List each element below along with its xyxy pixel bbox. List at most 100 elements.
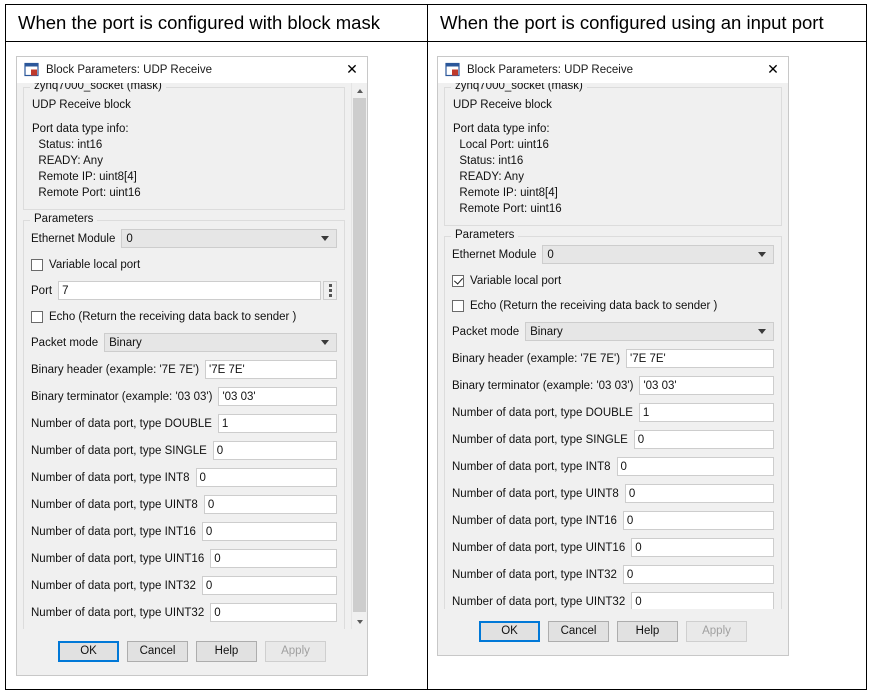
- vertical-scrollbar-left[interactable]: [351, 83, 367, 629]
- close-icon[interactable]: ✕: [337, 58, 367, 82]
- data-port-input[interactable]: 0: [195, 468, 337, 487]
- dialog-scroll-area-right: zynq7000_socket (mask) UDP Receive block…: [438, 83, 788, 609]
- data-port-label: Number of data port, type DOUBLE: [31, 417, 212, 430]
- data-port-input[interactable]: 0: [622, 565, 774, 584]
- description-line: Port data type info:: [32, 123, 129, 135]
- variable-local-port-checkbox[interactable]: [452, 274, 464, 287]
- dialog-buttons-right: OK Cancel Help Apply: [438, 609, 788, 655]
- binary-terminator-label: Binary terminator (example: '03 03'): [452, 379, 634, 392]
- column-body-left: Block Parameters: UDP Receive ✕ zynq7000…: [6, 42, 427, 689]
- echo-checkbox[interactable]: [452, 299, 464, 312]
- comparison-page: When the port is configured with block m…: [0, 0, 873, 700]
- ok-button[interactable]: OK: [479, 620, 540, 642]
- dialog-titlebar-left[interactable]: Block Parameters: UDP Receive ✕: [17, 57, 367, 83]
- table-row: Number of data port, type INT16 0: [452, 511, 774, 530]
- ok-button[interactable]: OK: [58, 640, 119, 662]
- ethernet-module-label: Ethernet Module: [31, 232, 116, 245]
- description-line: Status: int16: [32, 139, 103, 151]
- data-port-input[interactable]: 0: [616, 457, 774, 476]
- scroll-up-icon[interactable]: [352, 83, 367, 98]
- close-icon[interactable]: ✕: [758, 58, 788, 82]
- variable-local-port-row[interactable]: Variable local port: [31, 256, 337, 273]
- description-line: Port data type info:: [453, 123, 550, 135]
- packet-mode-row: Packet mode Binary: [452, 322, 774, 341]
- description-line: Remote IP: uint8[4]: [453, 187, 558, 199]
- data-port-input[interactable]: 0: [201, 576, 337, 595]
- help-button[interactable]: Help: [196, 640, 257, 662]
- port-options-button[interactable]: [323, 281, 337, 300]
- table-row: Number of data port, type UINT32 0: [452, 592, 774, 609]
- scroll-down-icon[interactable]: [352, 614, 367, 629]
- scrollbar-thumb[interactable]: [353, 98, 366, 612]
- data-port-label: Number of data port, type DOUBLE: [452, 406, 633, 419]
- ethernet-module-select[interactable]: 0: [542, 245, 774, 264]
- variable-local-port-label: Variable local port: [49, 258, 141, 271]
- data-port-input[interactable]: 0: [212, 441, 337, 460]
- table-row: Number of data port, type UINT32 0: [31, 603, 337, 622]
- binary-terminator-input[interactable]: '03 03': [639, 376, 774, 395]
- apply-button: Apply: [265, 640, 326, 662]
- data-port-input[interactable]: 0: [210, 549, 337, 568]
- data-port-input[interactable]: 0: [201, 522, 337, 541]
- table-row: Number of data port, type INT32 0: [31, 576, 337, 595]
- data-port-input[interactable]: 0: [631, 592, 774, 609]
- scrollbar-track[interactable]: [352, 98, 367, 614]
- cancel-button[interactable]: Cancel: [548, 620, 609, 642]
- comparison-table: When the port is configured with block m…: [5, 4, 867, 690]
- comparison-column-right: When the port is configured using an inp…: [428, 5, 866, 689]
- binary-header-row: Binary header (example: '7E 7E') '7E 7E': [31, 360, 337, 379]
- data-port-input[interactable]: 1: [638, 403, 774, 422]
- data-port-label: Number of data port, type UINT32: [452, 595, 626, 608]
- echo-checkbox[interactable]: [31, 310, 43, 323]
- dialog-title-left: Block Parameters: UDP Receive: [46, 63, 212, 76]
- echo-row[interactable]: Echo (Return the receiving data back to …: [31, 308, 337, 325]
- chevron-down-icon: [758, 252, 766, 257]
- chevron-down-icon: [321, 236, 329, 241]
- data-port-input[interactable]: 0: [631, 538, 774, 557]
- ethernet-module-value: 0: [126, 232, 133, 245]
- block-parameters-dialog-right: Block Parameters: UDP Receive ✕ zynq7000…: [437, 56, 789, 656]
- column-body-right: Block Parameters: UDP Receive ✕ zynq7000…: [428, 42, 866, 689]
- variable-local-port-checkbox[interactable]: [31, 258, 43, 271]
- help-button[interactable]: Help: [617, 620, 678, 642]
- port-input[interactable]: 7: [58, 281, 321, 300]
- dialog-titlebar-right[interactable]: Block Parameters: UDP Receive ✕: [438, 57, 788, 83]
- variable-local-port-row[interactable]: Variable local port: [452, 272, 774, 289]
- data-port-label: Number of data port, type INT8: [452, 460, 611, 473]
- apply-button: Apply: [686, 620, 747, 642]
- data-port-label: Number of data port, type UINT16: [31, 552, 205, 565]
- variable-local-port-label: Variable local port: [470, 274, 562, 287]
- packet-mode-select[interactable]: Binary: [525, 322, 774, 341]
- data-port-label: Number of data port, type INT32: [452, 568, 617, 581]
- data-port-input[interactable]: 0: [622, 511, 774, 530]
- packet-mode-select[interactable]: Binary: [104, 333, 337, 352]
- table-row: Number of data port, type UINT16 0: [452, 538, 774, 557]
- binary-header-input[interactable]: '7E 7E': [626, 349, 774, 368]
- packet-mode-value: Binary: [530, 325, 563, 338]
- cancel-button[interactable]: Cancel: [127, 640, 188, 662]
- data-port-label: Number of data port, type UINT8: [31, 498, 198, 511]
- table-row: Number of data port, type DOUBLE 1: [31, 414, 337, 433]
- table-row: Number of data port, type UINT8 0: [31, 495, 337, 514]
- data-port-input[interactable]: 0: [203, 495, 337, 514]
- echo-row[interactable]: Echo (Return the receiving data back to …: [452, 297, 774, 314]
- description-line: Status: int16: [453, 155, 524, 167]
- binary-header-input[interactable]: '7E 7E': [205, 360, 337, 379]
- parameters-legend-left: Parameters: [30, 213, 98, 225]
- echo-label: Echo (Return the receiving data back to …: [49, 310, 297, 323]
- data-port-input[interactable]: 1: [217, 414, 337, 433]
- data-port-input[interactable]: 0: [624, 484, 774, 503]
- port-row: Port 7: [31, 281, 337, 300]
- block-parameters-icon: [24, 62, 39, 77]
- table-row: Number of data port, type SINGLE 0: [452, 430, 774, 449]
- data-port-input[interactable]: 0: [633, 430, 774, 449]
- block-parameters-icon: [445, 62, 460, 77]
- binary-terminator-input[interactable]: '03 03': [218, 387, 337, 406]
- ethernet-module-select[interactable]: 0: [121, 229, 337, 248]
- table-row: Number of data port, type UINT8 0: [452, 484, 774, 503]
- data-port-input[interactable]: 0: [210, 603, 337, 622]
- echo-label: Echo (Return the receiving data back to …: [470, 299, 718, 312]
- ethernet-module-label: Ethernet Module: [452, 248, 537, 261]
- table-row: Number of data port, type SINGLE 0: [31, 441, 337, 460]
- description-line: Local Port: uint16: [453, 139, 549, 151]
